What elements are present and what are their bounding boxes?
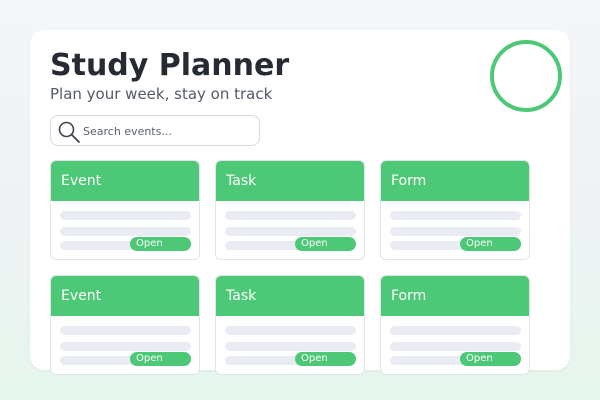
open-button[interactable]: Open — [130, 352, 191, 366]
search-icon — [58, 121, 80, 143]
main-panel: Study Planner Plan your week, stay on tr… — [30, 30, 570, 375]
placeholder-line — [225, 241, 305, 250]
card-title: Event — [61, 288, 102, 304]
open-button[interactable]: Open — [295, 237, 356, 251]
open-button[interactable]: Open — [130, 237, 191, 251]
search-input[interactable] — [83, 121, 251, 141]
page-title: Study Planner — [50, 48, 290, 83]
placeholder-line — [225, 342, 356, 351]
card-title: Event — [61, 173, 102, 189]
placeholder-line — [390, 356, 470, 365]
placeholder-line — [390, 326, 521, 335]
placeholder-line — [225, 227, 356, 236]
card-title: Form — [391, 288, 427, 304]
placeholder-line — [225, 326, 356, 335]
placeholder-line — [225, 356, 305, 365]
card-event[interactable]: Event Open — [50, 275, 200, 375]
placeholder-line — [60, 241, 140, 250]
placeholder-line — [60, 227, 191, 236]
page-subtitle: Plan your week, stay on track — [50, 85, 273, 103]
card-form[interactable]: Form Open — [380, 275, 530, 375]
progress-ring — [490, 40, 562, 112]
card-header: Task — [216, 161, 364, 201]
card-form[interactable]: Form Open — [380, 160, 530, 260]
card-title: Form — [391, 173, 427, 189]
card-header: Task — [216, 276, 364, 316]
open-button[interactable]: Open — [460, 237, 521, 251]
placeholder-line — [60, 211, 191, 220]
open-button[interactable]: Open — [460, 352, 521, 366]
card-task[interactable]: Task Open — [215, 275, 365, 375]
placeholder-line — [60, 326, 191, 335]
card-header: Event — [51, 161, 199, 201]
search-box[interactable] — [50, 115, 260, 146]
placeholder-line — [390, 241, 470, 250]
placeholder-line — [390, 211, 521, 220]
placeholder-line — [60, 342, 191, 351]
placeholder-line — [390, 342, 521, 351]
card-header: Form — [381, 161, 529, 201]
placeholder-line — [390, 227, 521, 236]
card-header: Event — [51, 276, 199, 316]
card-title: Task — [226, 288, 257, 304]
placeholder-line — [225, 211, 356, 220]
card-header: Form — [381, 276, 529, 316]
card-task[interactable]: Task Open — [215, 160, 365, 260]
open-button[interactable]: Open — [295, 352, 356, 366]
card-event[interactable]: Event Open — [50, 160, 200, 260]
placeholder-line — [60, 356, 140, 365]
card-title: Task — [226, 173, 257, 189]
